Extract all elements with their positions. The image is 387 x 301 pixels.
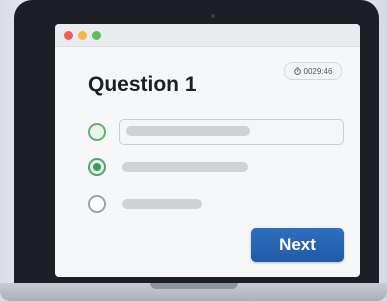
quiz-window: 0029:46 Question 1 Next [55, 24, 360, 277]
option-3-text-placeholder [122, 199, 202, 209]
option-1-answer-field[interactable] [119, 119, 344, 145]
window-titlebar [55, 24, 360, 47]
next-button[interactable]: Next [251, 228, 344, 262]
webcam [211, 14, 215, 18]
option-2-radio[interactable] [88, 158, 106, 176]
laptop-notch [150, 283, 238, 289]
stopwatch-icon [293, 67, 301, 75]
timer-text: 0029:46 [303, 66, 333, 76]
minimize-window-button[interactable] [78, 30, 87, 40]
timer-badge: 0029:46 [284, 62, 342, 80]
option-1-text-placeholder [126, 126, 250, 136]
option-3-radio[interactable] [88, 195, 106, 213]
option-2-text-placeholder [122, 162, 248, 172]
question-title: Question 1 [88, 73, 197, 96]
maximize-window-button[interactable] [92, 30, 101, 40]
option-1-radio[interactable] [88, 123, 106, 141]
close-window-button[interactable] [64, 30, 73, 40]
